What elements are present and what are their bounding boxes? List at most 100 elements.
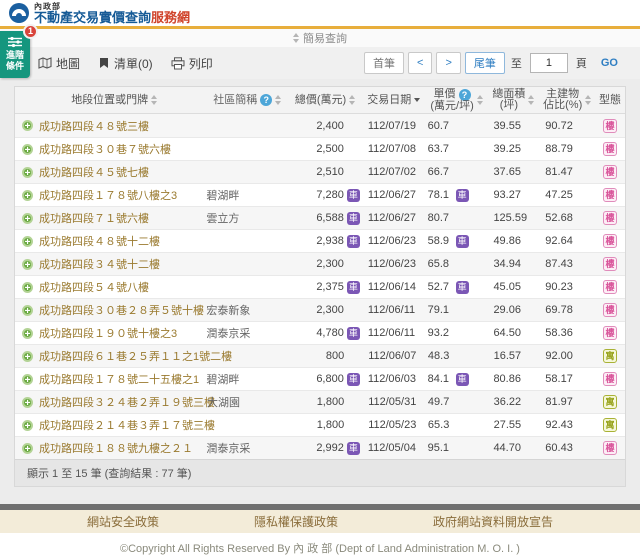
toolbar: 地圖 清單(0) 列印 首筆 < > 尾筆 至 頁 GO: [0, 47, 640, 79]
expand-icon[interactable]: +: [22, 236, 33, 247]
security-policy-link[interactable]: 網站安全政策: [87, 513, 159, 530]
address-link[interactable]: 成功路四段４５號七樓: [39, 164, 149, 180]
moi-logo-icon: [8, 2, 30, 24]
type-badge-building: 樓: [603, 441, 617, 455]
prev-page-button[interactable]: <: [408, 52, 432, 74]
first-page-button[interactable]: 首筆: [364, 52, 404, 74]
simple-query-toggle[interactable]: 簡易查詢: [0, 29, 640, 47]
expand-icon[interactable]: +: [22, 351, 33, 362]
column-header-5[interactable]: 單價?(萬元/坪): [426, 87, 488, 113]
column-header-7[interactable]: 主建物佔比(%): [539, 87, 595, 113]
address-link[interactable]: 成功路四段４８號三樓: [39, 118, 149, 134]
privacy-policy-link[interactable]: 隱私權保護政策: [254, 513, 338, 530]
address-link[interactable]: 成功路四段３０巷２８弄５號十樓: [39, 302, 204, 318]
app: 內政部 不動產交易實價查詢服務網 1 進階 條件 簡易查詢 地圖 清單(0): [0, 0, 640, 557]
address-link[interactable]: 成功路四段６１巷２５弄１１之1號二樓: [39, 348, 232, 364]
sort-icon[interactable]: [275, 95, 281, 105]
expand-icon[interactable]: +: [22, 420, 33, 431]
table-row[interactable]: +成功路四段４８號十二樓2,938車112/06/2358.9車49.8692.…: [15, 229, 625, 252]
sort-icon[interactable]: [349, 95, 355, 105]
ratio-cell: 81.97: [539, 391, 595, 413]
address-link[interactable]: 成功路四段１７８號二十五樓之1: [39, 371, 199, 387]
next-page-button[interactable]: >: [436, 52, 460, 74]
last-page-button[interactable]: 尾筆: [465, 52, 505, 74]
car-badge: 車: [456, 281, 469, 294]
address-link[interactable]: 成功路四段３４號十二樓: [39, 256, 160, 272]
table-row[interactable]: +成功路四段３０巷２８弄５號十樓宏泰新象2,300112/06/1179.129…: [15, 298, 625, 321]
expand-icon[interactable]: +: [22, 397, 33, 408]
table-row[interactable]: +成功路四段３０巷７號六樓2,500112/07/0863.739.2588.7…: [15, 137, 625, 160]
sort-icon[interactable]: [477, 95, 483, 105]
print-button[interactable]: 列印: [171, 55, 213, 72]
expand-icon[interactable]: +: [22, 120, 33, 131]
address-link[interactable]: 成功路四段３０巷７號六樓: [39, 141, 171, 157]
advanced-filter-tab[interactable]: 1 進階 條件: [0, 31, 30, 78]
list-button[interactable]: 清單(0): [98, 55, 153, 72]
sort-icon[interactable]: [528, 95, 534, 105]
address-link[interactable]: 成功路四段１９０號十樓之3: [39, 325, 177, 341]
open-data-link[interactable]: 政府網站資料開放宣告: [433, 513, 553, 530]
table-row[interactable]: +成功路四段７１號六樓雲立方6,588車112/06/2780.7125.595…: [15, 206, 625, 229]
date-cell: 112/06/03: [362, 368, 426, 390]
table-row[interactable]: +成功路四段１９０號十樓之3潤泰京采4,780車112/06/1193.264.…: [15, 321, 625, 344]
sort-icon[interactable]: [585, 95, 591, 105]
community-cell: [207, 414, 289, 436]
address-cell: + 成功路四段３０巷２８弄５號十樓: [15, 299, 206, 321]
total-price-cell: 4,780車: [288, 322, 362, 344]
results-table: 地段位置或門牌社區簡稱?總價(萬元)交易日期單價?(萬元/坪)總面積(坪)主建物…: [14, 86, 626, 487]
table-row[interactable]: +成功路四段３４號十二樓2,300112/06/2365.834.9487.43…: [15, 252, 625, 275]
column-header-3[interactable]: 總價(萬元): [288, 87, 362, 113]
expand-icon[interactable]: +: [22, 282, 33, 293]
expand-icon[interactable]: +: [22, 374, 33, 385]
address-link[interactable]: 成功路四段３２４巷２弄１９號三樓: [39, 394, 215, 410]
sort-desc-icon[interactable]: [414, 98, 420, 102]
column-header-4[interactable]: 交易日期: [362, 87, 426, 113]
map-button[interactable]: 地圖: [38, 55, 80, 72]
help-icon[interactable]: ?: [459, 89, 471, 101]
table-row[interactable]: +成功路四段１７８號八樓之3碧湖畔7,280車112/06/2778.1車93.…: [15, 183, 625, 206]
expand-icon[interactable]: +: [22, 144, 33, 155]
column-header-2[interactable]: 社區簡稱?: [206, 87, 288, 113]
community-cell: 大湖園: [207, 391, 289, 413]
address-link[interactable]: 成功路四段２１４巷３弄１７號三樓: [39, 417, 215, 433]
community-cell: [206, 138, 288, 160]
address-cell: + 成功路四段４８號三樓: [15, 114, 206, 137]
community-cell: [206, 230, 288, 252]
column-header-1[interactable]: 地段位置或門牌: [15, 87, 206, 113]
spacer: [0, 79, 640, 86]
expand-icon[interactable]: +: [22, 167, 33, 178]
address-link[interactable]: 成功路四段１８８號九樓之２１: [39, 440, 193, 456]
expand-icon[interactable]: +: [22, 328, 33, 339]
table-row[interactable]: +成功路四段３２４巷２弄１９號三樓大湖園1,800112/05/3149.736…: [15, 390, 625, 413]
page-number-input[interactable]: [530, 53, 568, 73]
date-cell: 112/05/31: [362, 391, 426, 413]
expand-icon[interactable]: +: [22, 259, 33, 270]
address-link[interactable]: 成功路四段７１號六樓: [39, 210, 149, 226]
expand-icon[interactable]: +: [22, 190, 33, 201]
column-header-8: 型態: [595, 87, 625, 113]
car-badge: 車: [347, 235, 360, 248]
table-row[interactable]: +成功路四段４５號七樓2,510112/07/0266.737.6581.47樓: [15, 160, 625, 183]
address-link[interactable]: 成功路四段１７８號八樓之3: [39, 187, 177, 203]
help-icon[interactable]: ?: [260, 94, 272, 106]
unit-price-cell: 58.9車: [426, 230, 488, 252]
address-link[interactable]: 成功路四段５４號八樓: [39, 279, 149, 295]
go-button[interactable]: GO: [593, 52, 626, 74]
table-row[interactable]: +成功路四段１８８號九樓之２１潤泰京采2,992車112/05/0495.144…: [15, 436, 625, 459]
table-row[interactable]: +成功路四段２１４巷３弄１７號三樓1,800112/05/2365.327.55…: [15, 413, 625, 436]
sort-icon[interactable]: [151, 95, 157, 105]
address-cell: + 成功路四段４５號七樓: [15, 161, 206, 183]
table-row[interactable]: +成功路四段１７８號二十五樓之1碧湖畔6,800車112/06/0384.1車8…: [15, 367, 625, 390]
expand-icon[interactable]: +: [22, 213, 33, 224]
expand-icon[interactable]: +: [22, 443, 33, 454]
expand-icon[interactable]: +: [22, 305, 33, 316]
collapse-arrows-icon: [293, 33, 299, 43]
table-row[interactable]: +成功路四段５４號八樓2,375車112/06/1452.7車45.0590.2…: [15, 275, 625, 298]
address-link[interactable]: 成功路四段４８號十二樓: [39, 233, 160, 249]
column-header-6[interactable]: 總面積(坪): [487, 87, 539, 113]
type-cell: 樓: [595, 161, 625, 183]
community-cell: 宏泰新象: [206, 299, 288, 321]
table-row[interactable]: +成功路四段６１巷２５弄１１之1號二樓800112/06/0748.316.57…: [15, 344, 625, 367]
map-label: 地圖: [56, 55, 80, 72]
table-row[interactable]: +成功路四段４８號三樓2,400112/07/1960.739.5590.72樓: [15, 114, 625, 137]
